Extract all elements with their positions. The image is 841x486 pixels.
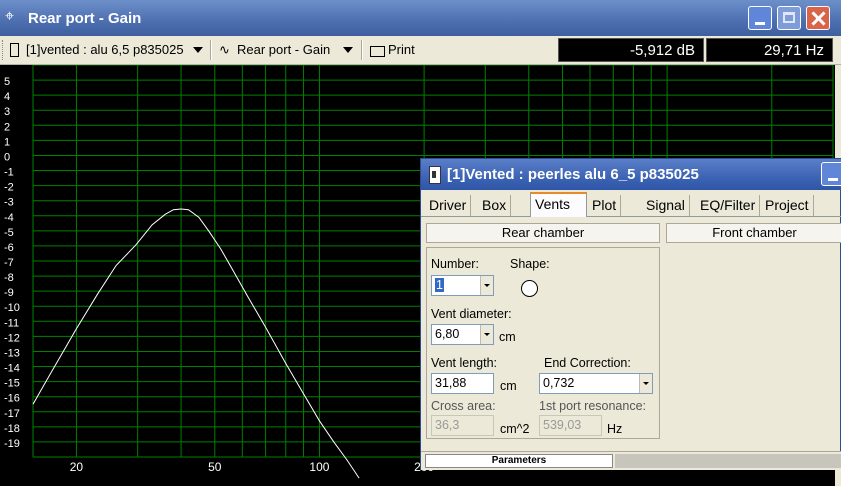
y-tick-label: 4 [4,91,10,103]
rear-chamber-header[interactable]: Rear chamber [426,223,660,243]
y-tick-label: -3 [4,197,14,209]
y-tick-label: 0 [4,151,10,163]
vent-diameter-select[interactable]: 6,80 [431,324,494,345]
port-resonance-label: 1st port resonance: [539,399,647,413]
db-readout: -5,912 dB [558,38,704,62]
toolbar-separator [361,40,363,60]
y-tick-label: -8 [4,272,14,284]
x-tick-label: 100 [309,460,329,474]
tab-eq-filter[interactable]: EQ/Filter [696,195,761,216]
cross-area-field: 36,3 [431,415,494,436]
y-tick-label: -1 [4,167,14,179]
number-select[interactable]: 1 [431,275,494,296]
app-icon: ⌖ [5,8,15,25]
y-tick-label: -9 [4,287,14,299]
port-resonance-field: 539,03 [539,415,602,436]
y-tick-label: 2 [4,121,10,133]
project-dropdown[interactable]: [1]vented : alu 6,5 p835025 [26,40,184,60]
chevron-down-icon[interactable] [480,325,493,344]
y-tick-label: -18 [4,423,20,435]
gain-curve [32,208,360,479]
waveform-icon: ∿ [219,42,230,57]
close-button[interactable] [806,6,830,30]
toolbar-grip[interactable] [2,40,6,60]
y-tick-label: -4 [4,212,14,224]
y-tick-label: 1 [4,136,10,148]
vent-diameter-label: Vent diameter: [431,307,512,321]
window-title: Rear port - Gain [28,10,142,27]
tab-project[interactable]: Project [761,195,814,216]
vent-length-input[interactable]: 31,88 [431,373,494,394]
y-tick-label: 5 [4,76,10,88]
dialog-minimize-button[interactable] [821,162,841,186]
y-tick-label: -14 [4,363,20,375]
y-tick-label: -5 [4,227,14,239]
number-value: 1 [435,278,444,292]
y-tick-label: 3 [4,106,10,118]
tab-box[interactable]: Box [478,195,512,216]
port-resonance-unit: Hz [607,422,623,436]
print-button[interactable]: Print [388,40,415,60]
vent-diameter-unit: cm [499,330,516,344]
speaker-icon [429,166,441,184]
parameters-tab[interactable]: Parameters [425,454,613,468]
chevron-down-icon[interactable] [193,47,203,53]
y-tick-label: -6 [4,242,14,254]
end-correction-value: 0,732 [543,376,575,390]
shape-label: Shape: [510,257,550,271]
vent-length-label: Vent length: [431,356,498,370]
dialog-title-bar[interactable]: [1]Vented : peerles alu 6_5 p835025 [421,159,841,190]
tab-vents[interactable]: Vents [530,192,587,217]
x-tick-label: 20 [70,460,84,474]
cross-area-unit: cm^2 [500,422,530,436]
tab-bar: Driver Box Vents Plot Signal EQ/Filter P… [421,192,841,217]
tab-signal[interactable]: Signal [642,195,690,216]
vent-length-unit: cm [500,379,517,393]
number-label: Number: [431,257,479,271]
graph-dropdown[interactable]: Rear port - Gain [237,40,330,60]
y-tick-label: -2 [4,182,14,194]
y-tick-label: -10 [4,302,20,314]
printer-icon [370,40,385,60]
end-correction-select[interactable]: 0,732 [539,373,653,394]
chevron-down-icon[interactable] [480,276,493,295]
y-tick-label: -7 [4,257,14,269]
tab-driver[interactable]: Driver [425,195,472,216]
project-icon [10,40,19,60]
dialog-title: [1]Vented : peerles alu 6_5 p835025 [447,166,699,183]
chevron-down-icon[interactable] [639,374,652,393]
cross-area-label: Cross area: [431,399,496,413]
end-correction-label: End Correction: [544,356,631,370]
y-tick-label: -16 [4,393,20,405]
parameters-bar: Parameters [421,451,841,470]
vent-diameter-value: 6,80 [435,327,460,341]
title-bar[interactable]: ⌖ Rear port - Gain [0,0,841,36]
y-tick-label: -11 [4,317,19,329]
circle-shape-icon[interactable] [521,280,538,297]
front-chamber-header[interactable]: Front chamber [666,223,841,243]
tab-plot[interactable]: Plot [588,195,622,216]
y-tick-label: -15 [4,378,20,390]
y-tick-label: -19 [4,438,20,450]
hz-readout: 29,71 Hz [706,38,833,62]
vented-dialog: [1]Vented : peerles alu 6_5 p835025 Driv… [420,158,841,470]
maximize-button[interactable] [777,6,801,30]
toolbar-separator [210,40,212,60]
x-tick-label: 50 [208,460,222,474]
chevron-down-icon[interactable] [343,47,353,53]
parameters-scroll [615,454,841,468]
y-tick-label: -17 [4,408,20,420]
y-tick-label: -12 [4,332,20,344]
y-tick-label: -13 [4,347,20,359]
minimize-button[interactable] [748,6,772,30]
